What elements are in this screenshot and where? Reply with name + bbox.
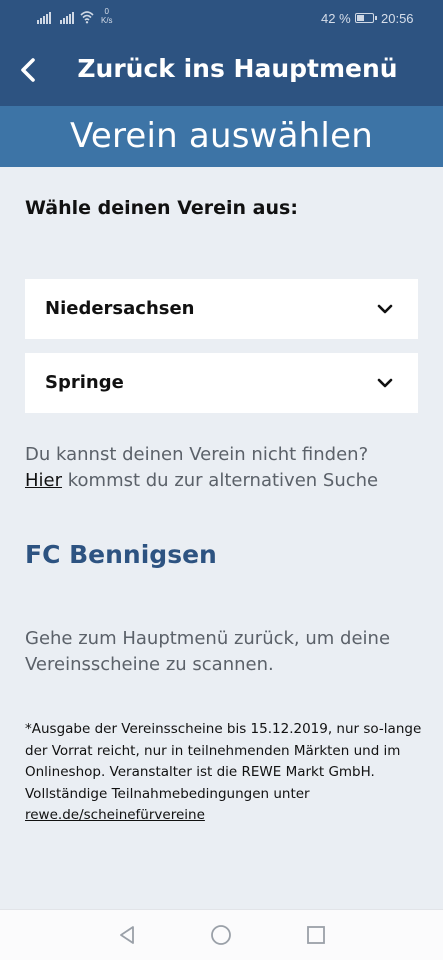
battery-percent: 42 % <box>321 11 351 26</box>
alternative-search-link[interactable]: Hier <box>25 470 62 491</box>
top-nav: Zurück ins Hauptmenü <box>0 38 443 106</box>
city-select[interactable]: Springe <box>25 353 418 413</box>
state-select[interactable]: Niedersachsen <box>25 279 418 339</box>
square-recents-icon[interactable] <box>305 924 327 946</box>
disclaimer: *Ausgabe der Vereinsscheine bis 15.12.20… <box>25 719 425 827</box>
circle-home-icon[interactable] <box>210 924 232 946</box>
system-nav-bar <box>0 909 443 960</box>
triangle-back-icon[interactable] <box>116 924 138 946</box>
terms-link[interactable]: rewe.de/scheinefürvereine <box>25 807 205 823</box>
hint-line-2-text: kommst du zur alternativen Suche <box>62 470 379 491</box>
chevron-down-icon <box>377 378 393 388</box>
battery-icon <box>355 13 377 23</box>
chevron-down-icon <box>377 304 393 314</box>
network-speed-value: 0 <box>104 7 109 16</box>
cell-signal-2-icon <box>60 12 74 24</box>
network-speed: 0 K/s <box>101 7 113 25</box>
hint-line-2: Hier kommst du zur alternativen Suche <box>25 468 425 494</box>
selected-club-name: FC Bennigsen <box>25 540 217 569</box>
instruction-text: Gehe zum Hauptmenü zurück, um deine Vere… <box>25 628 391 675</box>
wifi-icon <box>80 11 94 24</box>
status-bar: 0 K/s 42 % 20:56 <box>0 0 443 38</box>
cell-signal-1-icon <box>37 12 51 24</box>
disclaimer-text: *Ausgabe der Vereinsscheine bis 15.12.20… <box>25 721 422 802</box>
clock: 20:56 <box>381 11 414 26</box>
page-title-bar: Verein auswählen <box>0 106 443 167</box>
state-select-value: Niedersachsen <box>45 298 195 319</box>
page-title: Verein auswählen <box>70 116 373 156</box>
back-to-main-menu-title[interactable]: Zurück ins Hauptmenü <box>0 54 443 83</box>
network-speed-unit: K/s <box>101 16 113 25</box>
alternative-search-hint: Du kannst deinen Verein nicht finden? Hi… <box>25 442 425 494</box>
city-select-value: Springe <box>45 372 124 393</box>
battery-level <box>357 15 365 21</box>
hint-line-1: Du kannst deinen Verein nicht finden? <box>25 444 369 465</box>
select-club-prompt: Wähle deinen Verein aus: <box>25 197 298 219</box>
